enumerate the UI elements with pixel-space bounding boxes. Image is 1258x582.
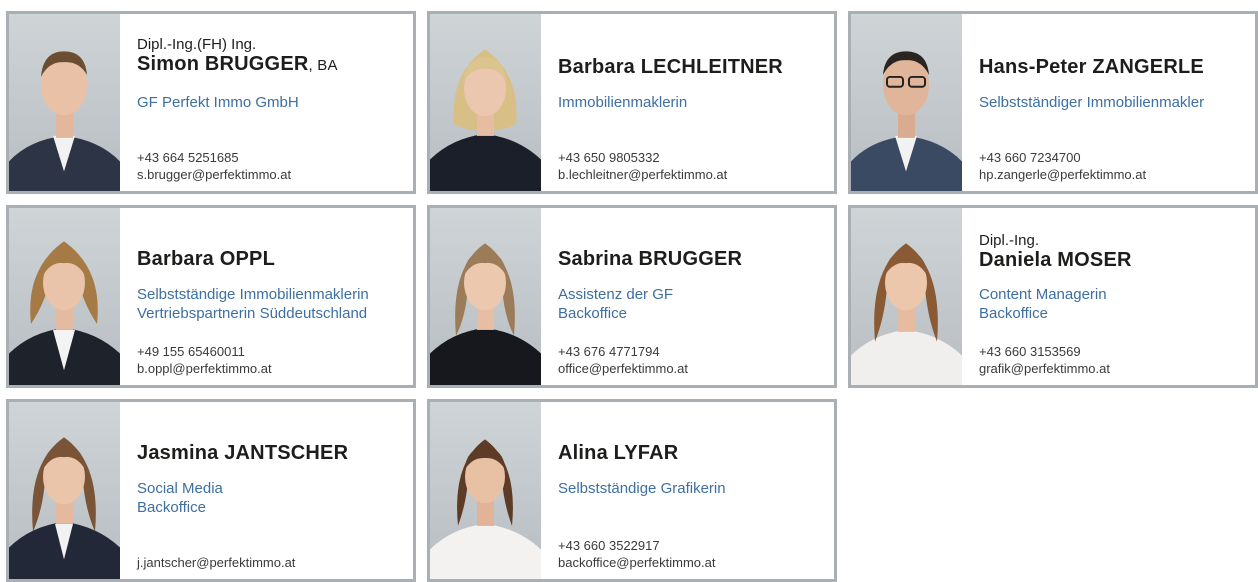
person-portrait-icon xyxy=(430,439,541,579)
title-prefix: Dipl.-Ing.(FH) Ing. xyxy=(137,36,257,53)
person-role: Backoffice xyxy=(558,305,627,322)
phone-number: +43 676 4771794 xyxy=(558,344,660,359)
email-address: s.brugger@perfektimmo.at xyxy=(137,167,292,182)
team-card-barbara-oppl: Barbara OPPL Selbstständige Immobilienma… xyxy=(6,205,416,388)
person-portrait-icon xyxy=(851,51,962,191)
phone-number: +43 650 9805332 xyxy=(558,150,660,165)
person-portrait-icon xyxy=(430,243,541,385)
title-prefix: Dipl.-Ing. xyxy=(979,232,1040,249)
person-portrait-icon xyxy=(9,437,120,579)
person-role: Selbstständige Grafikerin xyxy=(558,480,726,497)
email-address: backoffice@perfektimmo.at xyxy=(558,555,716,570)
person-role: Social Media xyxy=(137,480,223,497)
person-role: GF Perfekt Immo GmbH xyxy=(137,94,299,111)
team-card-sabrina-brugger: Sabrina BRUGGER Assistenz der GF Backoff… xyxy=(427,205,837,388)
person-name: Jasmina JANTSCHER xyxy=(137,442,349,464)
portrait-photo xyxy=(430,14,541,191)
portrait-photo xyxy=(9,402,120,579)
team-card-alina-lyfar: Alina LYFAR Selbstständige Grafikerin +4… xyxy=(427,399,837,582)
phone-number: +43 660 7234700 xyxy=(979,150,1081,165)
person-name: Alina LYFAR xyxy=(558,442,679,464)
person-name: Daniela MOSER xyxy=(979,249,1132,271)
phone-number: +49 155 65460011 xyxy=(137,344,245,359)
portrait-photo xyxy=(9,14,120,191)
email-address: grafik@perfektimmo.at xyxy=(979,361,1110,376)
person-portrait-icon xyxy=(430,49,541,191)
team-card-simon-brugger: Dipl.-Ing.(FH) Ing. Simon BRUGGER, BA GF… xyxy=(6,11,416,194)
team-card-hans-peter-zangerle: Hans-Peter ZANGERLE Selbstständiger Immo… xyxy=(848,11,1258,194)
phone-number: +43 664 5251685 xyxy=(137,150,239,165)
title-suffix: , BA xyxy=(308,57,338,74)
portrait-photo xyxy=(430,402,541,579)
email-address: j.jantscher@perfektimmo.at xyxy=(137,555,296,570)
person-portrait-icon xyxy=(9,51,120,191)
email-address: b.oppl@perfektimmo.at xyxy=(137,361,272,376)
portrait-photo xyxy=(430,208,541,385)
person-role: Backoffice xyxy=(137,499,206,516)
team-card-jasmina-jantscher: Jasmina JANTSCHER Social Media Backoffic… xyxy=(6,399,416,582)
team-card-daniela-moser: Dipl.-Ing. Daniela MOSER Content Manager… xyxy=(848,205,1258,388)
phone-number: +43 660 3522917 xyxy=(558,538,660,553)
portrait-photo xyxy=(9,208,120,385)
email-address: hp.zangerle@perfektimmo.at xyxy=(979,167,1147,182)
phone-number: +43 660 3153569 xyxy=(979,344,1081,359)
person-name: Barbara LECHLEITNER xyxy=(558,56,783,78)
person-name: Hans-Peter ZANGERLE xyxy=(979,56,1204,78)
portrait-photo xyxy=(851,208,962,385)
email-address: office@perfektimmo.at xyxy=(558,361,689,376)
person-name: Sabrina BRUGGER xyxy=(558,248,743,270)
email-address: b.lechleitner@perfektimmo.at xyxy=(558,167,728,182)
person-role: Selbstständiger Immobilienmakler xyxy=(979,94,1205,111)
team-grid: Dipl.-Ing.(FH) Ing. Simon BRUGGER, BA GF… xyxy=(0,0,1258,582)
person-portrait-icon xyxy=(9,241,120,385)
team-card-barbara-lechleitner: Barbara LECHLEITNER Immobilienmaklerin +… xyxy=(427,11,837,194)
person-role: Selbstständige Immobilienmaklerin xyxy=(137,286,369,303)
person-role: Content Managerin xyxy=(979,286,1107,303)
portrait-photo xyxy=(851,14,962,191)
person-role: Vertriebspartnerin Süddeutschland xyxy=(137,305,368,322)
person-name: Simon BRUGGER, BA xyxy=(137,53,338,75)
person-portrait-icon xyxy=(851,243,962,385)
person-name: Barbara OPPL xyxy=(137,248,276,270)
person-role: Backoffice xyxy=(979,305,1048,322)
person-role: Assistenz der GF xyxy=(558,286,674,303)
person-role: Immobilienmaklerin xyxy=(558,94,688,111)
